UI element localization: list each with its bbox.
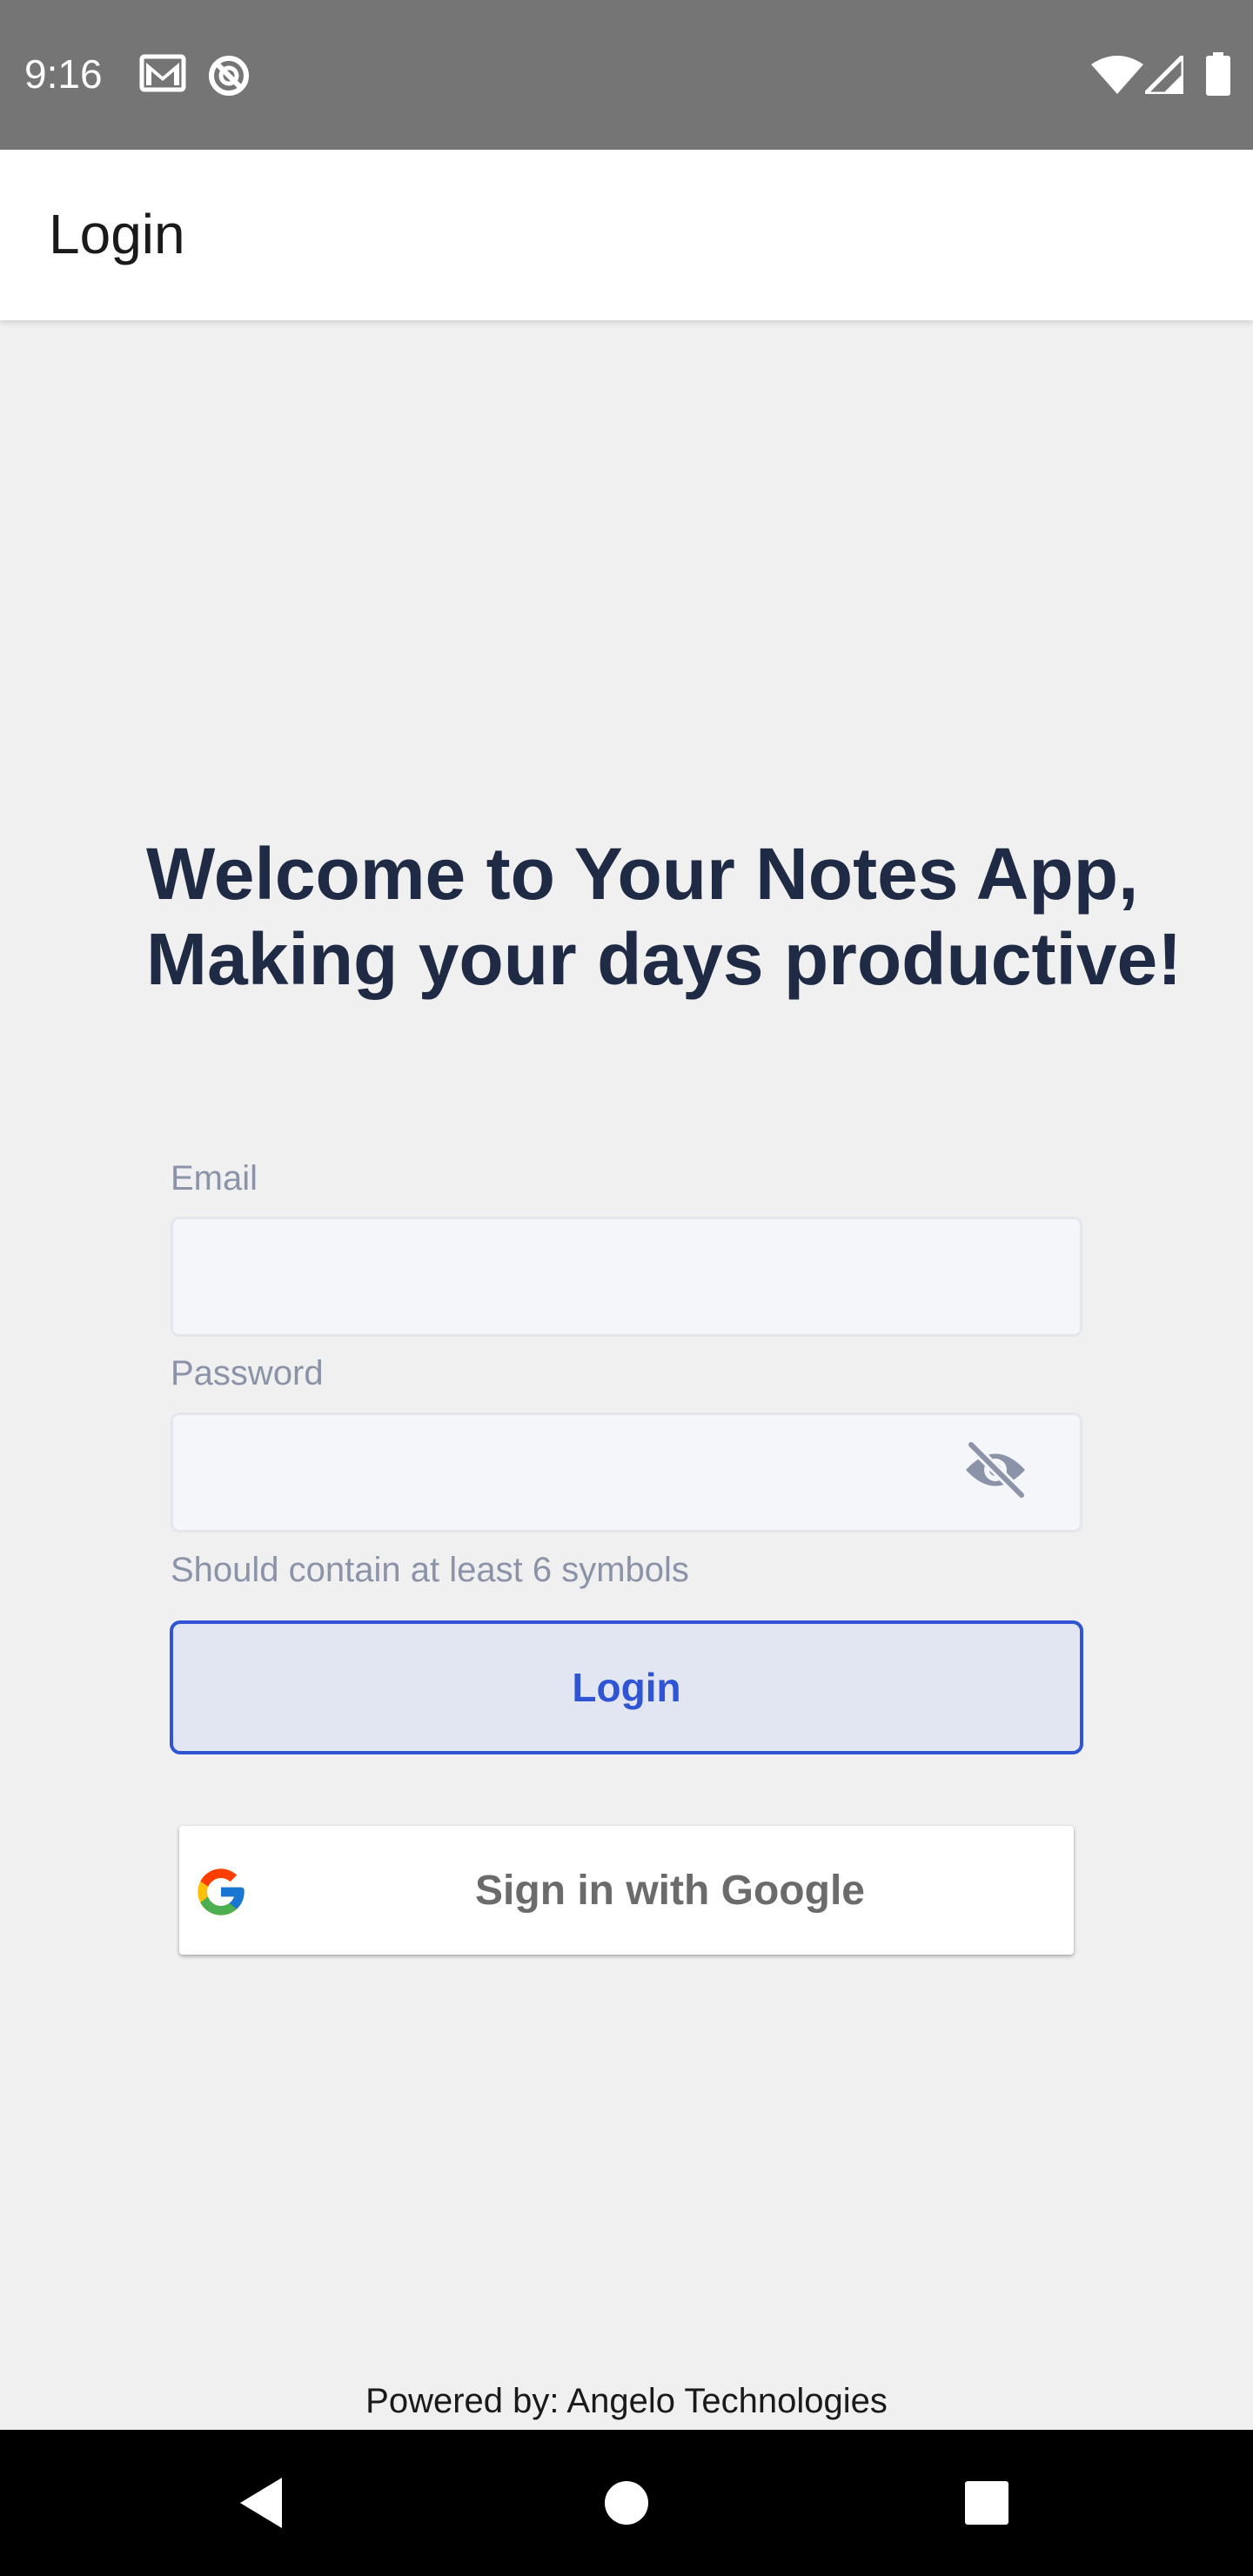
app-bar: Login	[0, 150, 1253, 320]
home-icon[interactable]	[566, 2430, 687, 2576]
google-signin-button[interactable]: Sign in with Google	[179, 1826, 1074, 1955]
page-title: Login	[49, 203, 185, 265]
email-field[interactable]	[171, 1217, 1082, 1337]
cellular-signal-icon	[1145, 56, 1183, 94]
google-g-icon	[193, 1864, 249, 1920]
wifi-icon	[1091, 56, 1143, 94]
gmail-icon	[139, 54, 186, 92]
status-bar: 9:16	[0, 0, 1253, 150]
back-icon[interactable]	[200, 2430, 322, 2576]
password-field[interactable]	[171, 1412, 1082, 1533]
welcome-heading: Welcome to Your Notes App, Making your d…	[146, 831, 1190, 1002]
battery-icon	[1206, 52, 1230, 96]
navigation-bar	[0, 2430, 1253, 2576]
email-label: Email	[171, 1159, 258, 1197]
recents-icon[interactable]	[926, 2430, 1048, 2576]
do-not-disturb-icon	[207, 54, 251, 97]
login-button[interactable]: Login	[170, 1620, 1083, 1754]
powered-by-text: Powered by: Angelo Technologies	[365, 2382, 888, 2420]
status-time: 9:16	[24, 51, 103, 97]
password-hint: Should contain at least 6 symbols	[171, 1551, 689, 1589]
welcome-line-1: Welcome to Your Notes App,	[146, 833, 1139, 915]
google-signin-label: Sign in with Google	[475, 1867, 865, 1914]
eye-off-icon[interactable]	[961, 1439, 1030, 1500]
welcome-line-2: Making your days productive!	[146, 918, 1183, 1000]
password-label: Password	[171, 1354, 324, 1392]
